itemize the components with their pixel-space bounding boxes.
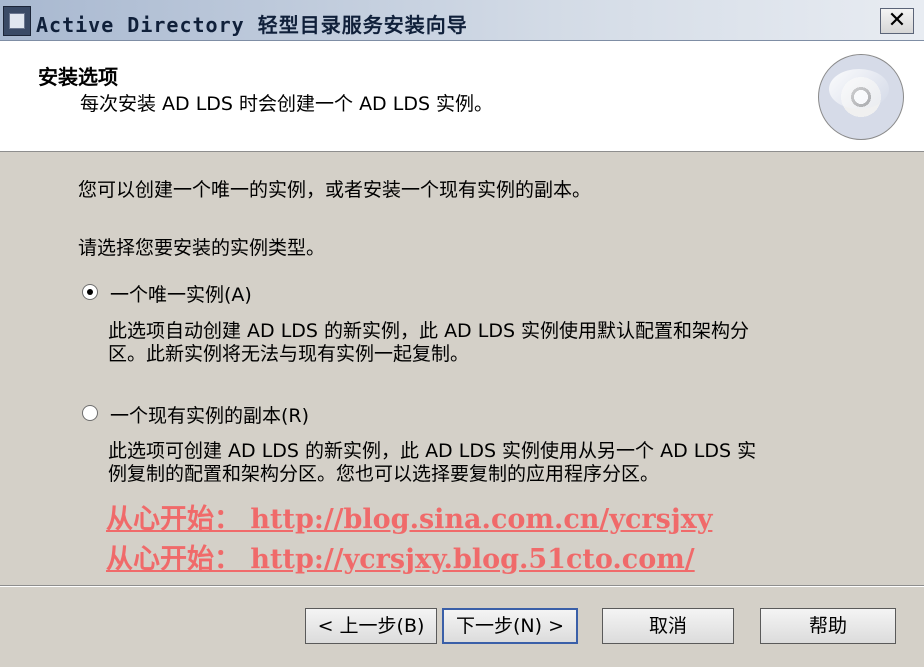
page-subtitle: 每次安装 AD LDS 时会创建一个 AD LDS 实例。 xyxy=(80,93,494,115)
radio-unique-instance[interactable] xyxy=(82,284,98,300)
cd-disc-icon xyxy=(818,54,904,140)
option-unique-instance-desc-2: 区。此新实例将无法与现有实例一起复制。 xyxy=(108,343,470,365)
watermark-line-2: 从心开始： http://ycrsjxy.blog.51cto.com/ xyxy=(106,544,695,575)
title-bar[interactable]: Active Directory 轻型目录服务安装向导 ✕ xyxy=(0,0,924,41)
footer-divider xyxy=(0,585,924,587)
radio-replica-instance[interactable] xyxy=(82,405,98,421)
app-icon xyxy=(3,6,31,36)
close-button[interactable]: ✕ xyxy=(880,8,914,34)
option-replica-instance-label[interactable]: 一个现有实例的副本(R) xyxy=(110,401,309,428)
cancel-button[interactable]: 取消 xyxy=(602,608,734,644)
intro-text: 您可以创建一个唯一的实例，或者安装一个现有实例的副本。 xyxy=(78,179,592,201)
back-button[interactable]: < 上一步(B) xyxy=(305,608,437,644)
page-title: 安装选项 xyxy=(38,65,118,89)
next-button[interactable]: 下一步(N) > xyxy=(442,608,578,644)
option-replica-instance-desc-2: 例复制的配置和架构分区。您也可以选择要复制的应用程序分区。 xyxy=(108,463,660,485)
window-title: Active Directory 轻型目录服务安装向导 xyxy=(36,13,468,37)
radio-selected-dot xyxy=(87,289,93,295)
help-button[interactable]: 帮助 xyxy=(760,608,896,644)
option-unique-instance-label[interactable]: 一个唯一实例(A) xyxy=(110,280,252,307)
wizard-header: 安装选项 每次安装 AD LDS 时会创建一个 AD LDS 实例。 xyxy=(0,41,924,152)
watermark-line-1: 从心开始： http://blog.sina.com.cn/ycrsjxy xyxy=(106,504,713,535)
prompt-text: 请选择您要安装的实例类型。 xyxy=(78,237,326,259)
